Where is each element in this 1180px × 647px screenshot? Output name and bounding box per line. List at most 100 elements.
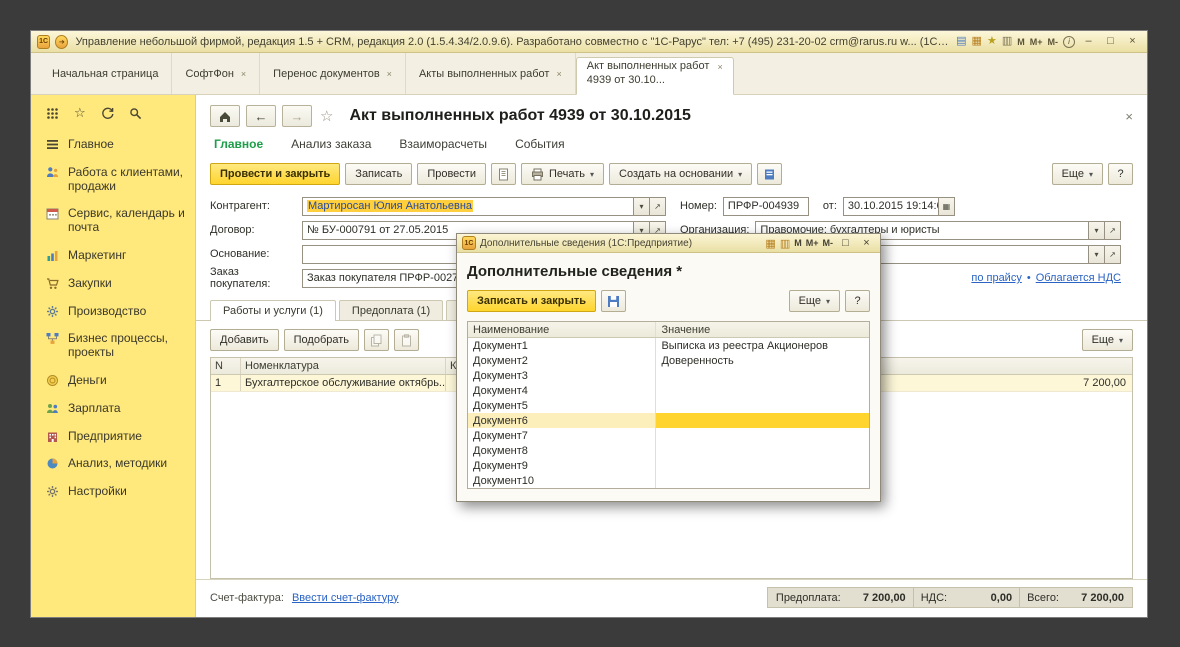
dialog-close-button[interactable]: × [858, 236, 875, 251]
col-name[interactable]: Наименование [468, 322, 657, 337]
dialog-table-row[interactable]: Документ7 [468, 428, 869, 443]
pick-button[interactable]: Подобрать [283, 329, 360, 351]
cell-n[interactable]: 1 [211, 375, 241, 391]
paste-button[interactable] [394, 329, 420, 351]
calendar-icon[interactable]: ▦ [972, 36, 982, 47]
counterparty-open-button[interactable]: ↗ [650, 196, 666, 216]
calc-m-button[interactable]: M [1017, 37, 1025, 47]
cell-total[interactable]: 7 200,00 [1017, 375, 1132, 391]
post-and-close-button[interactable]: Провести и закрыть [210, 163, 341, 185]
report-button[interactable] [757, 163, 783, 185]
calc-m-plus-button[interactable]: M+ [1030, 37, 1043, 47]
dialog-m-minus-button[interactable]: M- [823, 238, 834, 248]
dialog-table-row[interactable]: Документ9 [468, 458, 869, 473]
col-value[interactable]: Значение [656, 322, 869, 337]
back-button[interactable]: ← [246, 105, 276, 127]
dialog-m-button[interactable]: M [794, 238, 802, 248]
dialog-table-row[interactable]: Документ1 Выписка из реестра Акционеров [468, 338, 869, 353]
sections-grid-icon[interactable] [46, 107, 59, 120]
dialog-table-row[interactable]: Документ3 [468, 368, 869, 383]
basis-dropdown-button[interactable]: ▾ [1089, 244, 1105, 264]
organization-dropdown-button[interactable]: ▾ [1089, 220, 1105, 240]
vat-link[interactable]: Облагается НДС [1036, 272, 1121, 284]
sidebar-item-processes[interactable]: Бизнес процессы, проекты [31, 325, 195, 367]
row-name-cell[interactable]: Документ10 [468, 473, 657, 488]
file-button[interactable] [490, 163, 516, 185]
row-value-cell[interactable] [656, 458, 869, 473]
home-button[interactable] [210, 105, 240, 127]
dialog-help-button[interactable]: ? [845, 290, 870, 312]
help-button[interactable]: ? [1108, 163, 1133, 185]
row-value-cell[interactable]: Доверенность [656, 353, 869, 368]
dialog-table-row[interactable]: Документ8 [468, 443, 869, 458]
dialog-more-button[interactable]: Еще ▾ [788, 290, 840, 312]
row-value-cell[interactable] [656, 443, 869, 458]
tab-transfer-docs[interactable]: Перенос документов × [260, 53, 406, 94]
post-button[interactable]: Провести [417, 163, 486, 185]
dialog-table-row[interactable]: Документ4 [468, 383, 869, 398]
favorites-icon[interactable]: ★ [987, 36, 997, 47]
maximize-button[interactable]: □ [1102, 34, 1119, 49]
add-row-button[interactable]: Добавить [210, 329, 279, 351]
nav-link-events[interactable]: События [515, 137, 565, 151]
search-icon[interactable] [129, 107, 142, 120]
row-value-cell[interactable] [656, 368, 869, 383]
nav-circle-icon[interactable]: ➔ [55, 34, 69, 49]
close-button[interactable]: × [1124, 34, 1141, 49]
dialog-clipboard-icon[interactable]: ▥ [780, 237, 790, 250]
enter-invoice-link[interactable]: Ввести счет-фактуру [292, 592, 399, 604]
create-based-on-button[interactable]: Создать на основании ▾ [609, 163, 753, 185]
counterparty-dropdown-button[interactable]: ▾ [634, 196, 650, 216]
tab-close-icon[interactable]: × [556, 69, 561, 79]
dialog-calendar-icon[interactable]: ▦ [765, 237, 775, 250]
tab-acts-list[interactable]: Акты выполненных работ × [406, 53, 576, 94]
row-value-cell[interactable]: Выписка из реестра Акционеров [656, 338, 869, 353]
clipboard-icon[interactable]: ▥ [1002, 36, 1012, 47]
dialog-table-row[interactable]: Документ5 [468, 398, 869, 413]
sidebar-item-service-calendar[interactable]: Сервис, календарь и почта [31, 200, 195, 242]
save-button[interactable] [601, 290, 627, 312]
write-button[interactable]: Записать [345, 163, 413, 185]
row-name-cell[interactable]: Документ1 [468, 338, 657, 353]
sidebar-item-production[interactable]: Производство [31, 298, 195, 326]
row-value-cell[interactable] [656, 428, 869, 443]
dialog-m-plus-button[interactable]: M+ [806, 238, 819, 248]
number-field[interactable]: ПРФР-004939 [722, 196, 809, 216]
info-icon[interactable]: i [1063, 35, 1075, 48]
row-name-cell[interactable]: Документ5 [468, 398, 657, 413]
dialog-table-row-selected[interactable]: Документ6 [468, 413, 869, 428]
price-type-link[interactable]: по прайсу [971, 272, 1021, 284]
more-button[interactable]: Еще ▾ [1051, 163, 1103, 185]
calc-m-minus-button[interactable]: M- [1048, 37, 1059, 47]
tab-close-icon[interactable]: × [241, 69, 246, 79]
history-icon[interactable] [101, 107, 114, 120]
tab-act-4939[interactable]: Акт выполненных работ 4939 от 30.10... × [575, 57, 734, 95]
row-value-cell[interactable] [656, 473, 869, 488]
print-button[interactable]: Печать ▾ [520, 163, 605, 185]
dialog-table-row[interactable]: Документ2 Доверенность [468, 353, 869, 368]
col-n[interactable]: N [211, 358, 241, 374]
row-value-cell[interactable] [656, 383, 869, 398]
row-name-cell[interactable]: Документ8 [468, 443, 657, 458]
list-more-button[interactable]: Еще ▾ [1081, 329, 1133, 351]
sidebar-item-analysis[interactable]: Анализ, методики [31, 450, 195, 478]
row-name-cell[interactable]: Документ7 [468, 428, 657, 443]
row-name-cell[interactable]: Документ6 [468, 413, 657, 428]
tab-home[interactable]: Начальная страница [39, 53, 173, 94]
copy-button[interactable] [364, 329, 390, 351]
favorites-star-icon[interactable]: ☆ [74, 105, 86, 121]
tab-prepayment[interactable]: Предоплата (1) [338, 300, 444, 320]
dialog-maximize-button[interactable]: □ [837, 236, 854, 251]
tab-close-icon[interactable]: × [387, 69, 392, 79]
sidebar-item-money[interactable]: Деньги [31, 367, 195, 395]
save-and-close-button[interactable]: Записать и закрыть [467, 290, 597, 312]
row-value-cell[interactable] [656, 398, 869, 413]
calculator-icon[interactable]: ▤ [956, 36, 966, 47]
tab-softfon[interactable]: СофтФон × [172, 53, 261, 94]
nav-link-settlements[interactable]: Взаиморасчеты [399, 137, 487, 151]
basis-open-button[interactable]: ↗ [1105, 244, 1121, 264]
sidebar-item-enterprise[interactable]: Предприятие [31, 423, 195, 451]
counterparty-field[interactable]: Мартиросан Юлия Анатольевна [302, 196, 634, 216]
sidebar-item-clients[interactable]: Работа с клиентами, продажи [31, 159, 195, 201]
date-field[interactable]: 30.10.2015 19:14:02 [842, 196, 939, 216]
